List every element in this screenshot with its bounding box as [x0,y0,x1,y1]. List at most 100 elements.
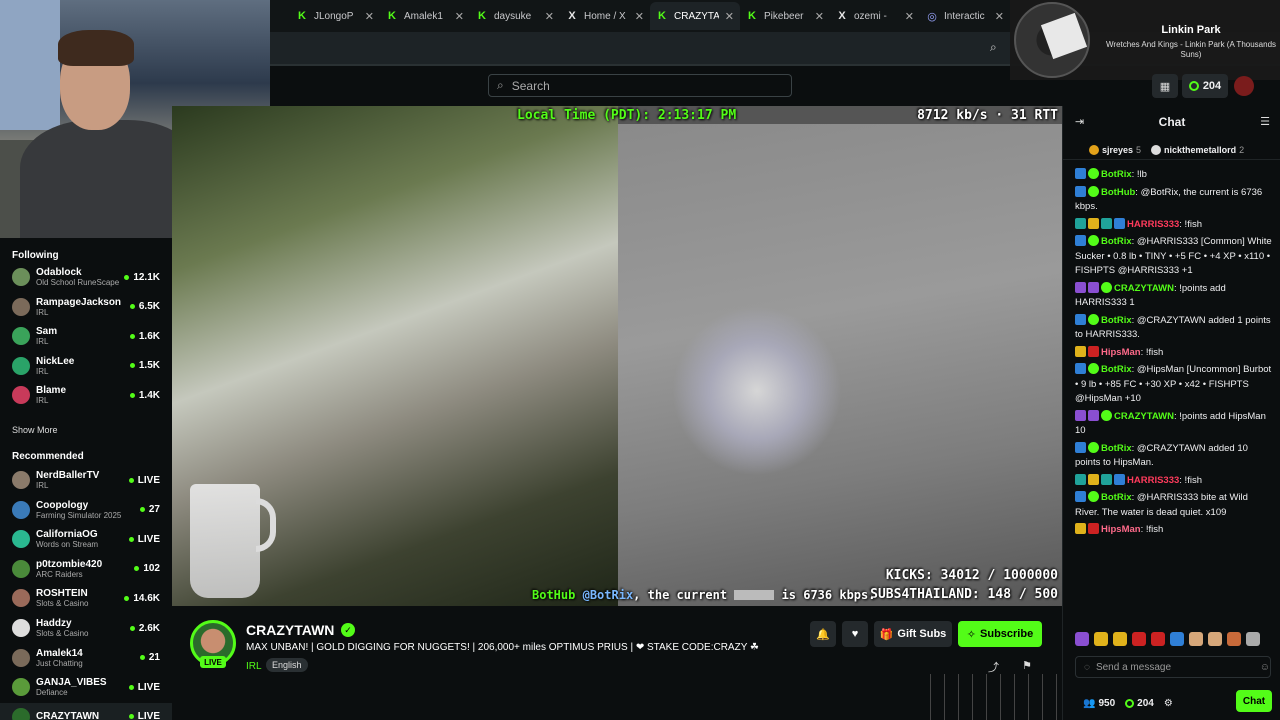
channel-name: GANJA_VIBES [36,677,107,689]
chat-points[interactable]: 204 [1125,698,1154,709]
close-icon[interactable]: ✕ [635,10,644,23]
viewer-count: 14.6K [124,593,160,604]
search-input[interactable] [511,78,791,93]
close-icon[interactable]: ✕ [725,10,734,23]
x-favicon-icon: X [838,10,846,22]
close-icon[interactable]: ✕ [365,10,374,23]
sidebar-channel[interactable]: Coopology Farming Simulator 2025 27 [0,496,172,524]
chat-username[interactable]: HARRIS333 [1127,475,1179,486]
emote-icon[interactable] [1094,632,1108,646]
browser-tab[interactable]: Kdaysuke ✕ [470,2,560,30]
streamer-name[interactable]: CRAZYTAWN [246,622,334,638]
browser-tab[interactable]: K CRAZYTA ✕ [650,2,740,30]
chat-text: : !fish [1140,346,1164,358]
sidebar-channel[interactable]: Amalek14 Just Chatting 21 [0,644,172,672]
video-player[interactable]: Local Time (PDT): 2:13:17 PM 8712 kb/s ·… [172,106,1062,606]
points-count: 204 [1202,80,1222,92]
chat-badge-icon [1101,281,1112,293]
grid-icon: ▦ [1159,80,1171,93]
search-bar[interactable]: ⌕ [488,74,792,97]
sidebar: Following Odablock Old School RuneScape 12… [0,238,172,720]
follow-button[interactable]: ♥ [842,621,868,647]
live-badge: LIVE [200,656,226,668]
chat-username[interactable]: CRAZYTAWN [1114,283,1174,294]
report-icon[interactable]: ⚑ [1022,659,1032,672]
chat-badge-icon [1114,217,1125,229]
notifications-button[interactable]: 🔔 [810,621,836,647]
sidebar-channel[interactable]: Blame IRL 1.4K [0,381,172,409]
live-dot-icon [124,274,130,280]
chat-users-icon[interactable]: ☰ [1260,115,1270,128]
chat-username[interactable]: BotRix [1101,443,1132,454]
chat-username[interactable]: HipsMan [1101,347,1141,358]
browser-tab[interactable]: K Pikebeer ✕ [740,2,830,30]
chat-send-button[interactable]: Chat [1236,690,1272,712]
browser-tab[interactable]: K JLongoP ✕ [290,2,380,30]
chat-username[interactable]: BotRix [1101,169,1132,180]
tab-title: JLongoP [314,10,354,22]
emote-icon[interactable] [1113,632,1127,646]
sidebar-channel[interactable]: Odablock Old School RuneScape 12.1K [0,263,172,291]
sidebar-channel[interactable]: RampageJackson IRL 6.5K [0,293,172,321]
chat-username[interactable]: BotHub [1101,187,1135,198]
search-icon[interactable]: ⌕ [990,40,997,55]
sidebar-channel[interactable]: Sam IRL 1.6K [0,322,172,350]
sidebar-channel[interactable]: ROSHTEIN Slots & Casino 14.6K [0,584,172,612]
viewer-count-value: LIVE [137,474,160,486]
emote-icon[interactable] [1189,632,1203,646]
meter-column [972,674,973,720]
sidebar-channel[interactable]: CRAZYTAWN LIVE [0,702,172,720]
gift-subs-button[interactable]: 🎁 Gift Subs [874,621,952,647]
close-icon[interactable]: ✕ [455,10,464,23]
stream-category[interactable]: IRL [246,661,262,672]
chat-username[interactable]: BotRix [1101,492,1132,503]
chat-text: : !fish [1179,218,1202,230]
browse-button[interactable]: ▦ [1152,74,1178,98]
chat-input-box[interactable]: ◌ ☺ [1075,656,1271,678]
chat-username[interactable]: BotRix [1101,364,1132,375]
emote-icon[interactable] [1132,632,1146,646]
browser-tab[interactable]: X Home / X ✕ [560,2,650,30]
top-gifter[interactable]: nickthemetallord 2 [1151,144,1244,155]
points-button[interactable]: 204 [1182,74,1228,98]
collapse-chat-icon[interactable]: ⇥ [1075,115,1084,128]
settings-icon[interactable]: ⚙ [1164,698,1173,709]
channel-info: NickLee IRL [36,356,130,376]
sidebar-channel[interactable]: p0tzombie420 ARC Raiders 102 [0,555,172,583]
channel-avatar [12,619,30,637]
viewer-count: LIVE [128,534,160,545]
subscribe-button[interactable]: ✧ Subscribe [958,621,1042,647]
close-icon[interactable]: ✕ [545,10,554,23]
emote-icon[interactable] [1075,632,1089,646]
sidebar-channel[interactable]: NerdBallerTV IRL LIVE [0,466,172,494]
stream-language-tag[interactable]: English [266,658,308,672]
emote-icon[interactable] [1246,632,1260,646]
sidebar-channel[interactable]: CaliforniaOG Words on Stream LIVE [0,525,172,553]
chat-username[interactable]: HARRIS333 [1127,219,1179,230]
emote-icon[interactable] [1151,632,1165,646]
sidebar-channel[interactable]: Haddzy Slots & Casino 2.6K [0,614,172,642]
emote-icon[interactable] [1227,632,1241,646]
avatar[interactable] [1234,76,1254,96]
chat-input[interactable] [1095,661,1254,673]
channel-category: IRL [36,396,49,406]
star-icon: ✧ [966,628,977,641]
sidebar-channel[interactable]: NickLee IRL 1.5K [0,352,172,380]
close-icon[interactable]: ✕ [995,10,1004,23]
viewer-count: LIVE [128,711,160,720]
top-gifter[interactable]: sjreyes 5 [1089,144,1141,155]
emote-icon[interactable] [1170,632,1184,646]
browser-tab[interactable]: K Amalek1 ✕ [380,2,470,30]
chat-username[interactable]: CRAZYTAWN [1114,411,1174,422]
chat-username[interactable]: BotRix [1101,236,1132,247]
chat-username[interactable]: HipsMan [1101,524,1141,535]
show-more-link[interactable]: Show More [12,425,58,435]
emote-icon[interactable] [1208,632,1222,646]
close-icon[interactable]: ✕ [905,10,914,23]
chat-username[interactable]: BotRix [1101,315,1132,326]
browser-tab[interactable]: Xozemi - ✕ [830,2,920,30]
sidebar-channel[interactable]: GANJA_VIBES Defiance LIVE [0,673,172,701]
browser-tab[interactable]: ◎ Interactic ✕ [920,2,1010,30]
close-icon[interactable]: ✕ [815,10,824,23]
emoji-icon[interactable]: ☺ [1260,662,1270,673]
